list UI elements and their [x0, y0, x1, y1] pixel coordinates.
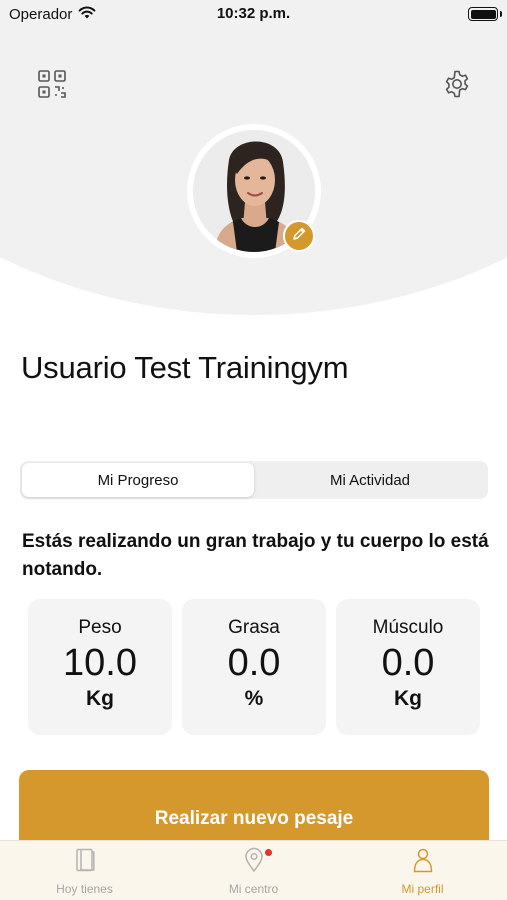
tab-label: Hoy tienes [56, 882, 113, 896]
stat-value: 10.0 [63, 642, 137, 684]
stat-value: 0.0 [227, 642, 281, 684]
stat-label: Peso [78, 617, 122, 638]
battery-icon [468, 7, 498, 21]
tab-mi-centro[interactable]: Mi centro [169, 841, 338, 900]
status-bar: Operador 10:32 p.m. [0, 0, 507, 28]
edit-avatar-button[interactable] [283, 220, 315, 252]
stat-card-grasa: Grasa 0.0 % [182, 599, 326, 735]
tab-label: Mi perfil [401, 882, 444, 896]
pencil-icon [291, 226, 307, 247]
stat-unit: Kg [86, 687, 114, 710]
stat-unit: Kg [394, 687, 422, 710]
tab-mi-perfil[interactable]: Mi perfil [338, 841, 507, 900]
person-icon [410, 847, 436, 878]
stat-unit: % [244, 687, 264, 710]
tab-hoy-tienes[interactable]: Hoy tienes [0, 841, 169, 900]
profile-segmented-control: Mi Progreso Mi Actividad [20, 461, 488, 499]
notebook-icon [72, 847, 98, 878]
settings-button[interactable] [441, 70, 473, 102]
avatar-container [187, 124, 321, 258]
stat-card-musculo: Músculo 0.0 Kg [336, 599, 480, 735]
tab-label: Mi centro [228, 882, 279, 896]
qr-code-button[interactable] [36, 69, 68, 104]
stat-value: 0.0 [381, 642, 435, 684]
profile-screen: Operador 10:32 p.m. Usuario Test Trainin… [0, 0, 507, 900]
location-pin-icon [241, 847, 267, 878]
tab-mi-progreso[interactable]: Mi Progreso [22, 463, 254, 497]
gear-icon [442, 69, 472, 104]
qr-code-icon [37, 69, 67, 104]
user-name: Usuario Test Trainingym [21, 350, 349, 385]
stat-card-peso: Peso 10.0 Kg [28, 599, 172, 735]
stat-label: Grasa [228, 617, 280, 638]
stats-row: Peso 10.0 Kg Grasa 0.0 % Músculo 0.0 Kg [28, 599, 480, 735]
status-time: 10:32 p.m. [216, 5, 291, 22]
stat-label: Músculo [372, 617, 444, 638]
tab-mi-actividad[interactable]: Mi Actividad [254, 463, 486, 497]
tab-bar: Hoy tienes Mi centro Mi perfil [0, 840, 507, 900]
notification-badge [265, 849, 272, 856]
progress-message: Estás realizando un gran trabajo y tu cu… [22, 531, 489, 580]
